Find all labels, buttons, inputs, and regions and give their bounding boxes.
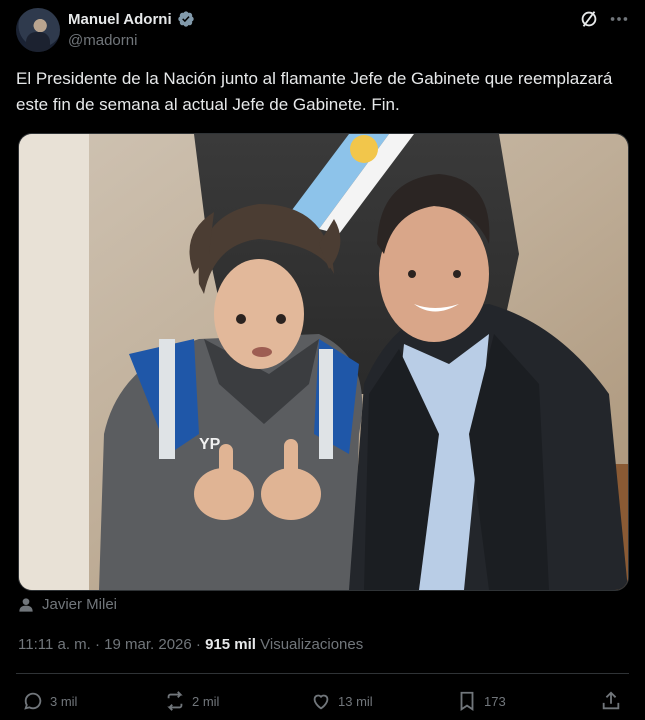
reply-icon (24, 692, 42, 710)
retweet-count: 2 mil (192, 693, 220, 709)
meta-separator: · (95, 636, 100, 653)
author-handle[interactable]: @madorni (68, 32, 137, 49)
tweet-date[interactable]: 19 mar. 2026 (104, 636, 192, 653)
author-avatar[interactable] (16, 8, 60, 52)
author-name[interactable]: Manuel Adorni (68, 11, 172, 28)
share-button[interactable] (600, 686, 622, 716)
like-count: 13 mil (338, 693, 373, 709)
like-icon (313, 694, 329, 710)
reply-button[interactable]: 3 mil (22, 686, 77, 716)
retweet-button[interactable]: 2 mil (164, 686, 219, 716)
grok-icon[interactable] (578, 8, 600, 30)
author-name-row: Manuel Adorni (68, 10, 195, 28)
svg-text:YP: YP (199, 436, 221, 453)
like-button[interactable]: 13 mil (310, 686, 373, 716)
bookmark-button[interactable]: 173 (456, 686, 506, 716)
bookmark-count: 173 (484, 693, 506, 709)
person-icon (19, 597, 33, 612)
tagged-users[interactable]: Javier Milei (18, 596, 117, 613)
verified-icon (177, 11, 194, 27)
tweet-time[interactable]: 11:11 a. m. (18, 636, 91, 653)
tweet-meta: 11:11 a. m. · 19 mar. 2026 · 915 mil Vis… (18, 636, 363, 653)
action-bar: 3 mil 2 mil 13 mil 173 (16, 686, 629, 716)
views-count: 915 mil (205, 636, 256, 653)
views-label: Visualizaciones (260, 636, 364, 653)
retweet-icon (167, 691, 183, 711)
tagged-user-name[interactable]: Javier Milei (42, 596, 117, 613)
more-icon[interactable] (608, 8, 630, 30)
tweet-photo[interactable]: YP (18, 133, 629, 591)
reply-count: 3 mil (50, 693, 78, 709)
share-icon (602, 691, 620, 710)
tweet-text: El Presidente de la Nación junto al flam… (16, 69, 613, 114)
divider (16, 673, 629, 674)
meta-separator-2: · (195, 636, 201, 653)
bookmark-icon (460, 691, 474, 711)
